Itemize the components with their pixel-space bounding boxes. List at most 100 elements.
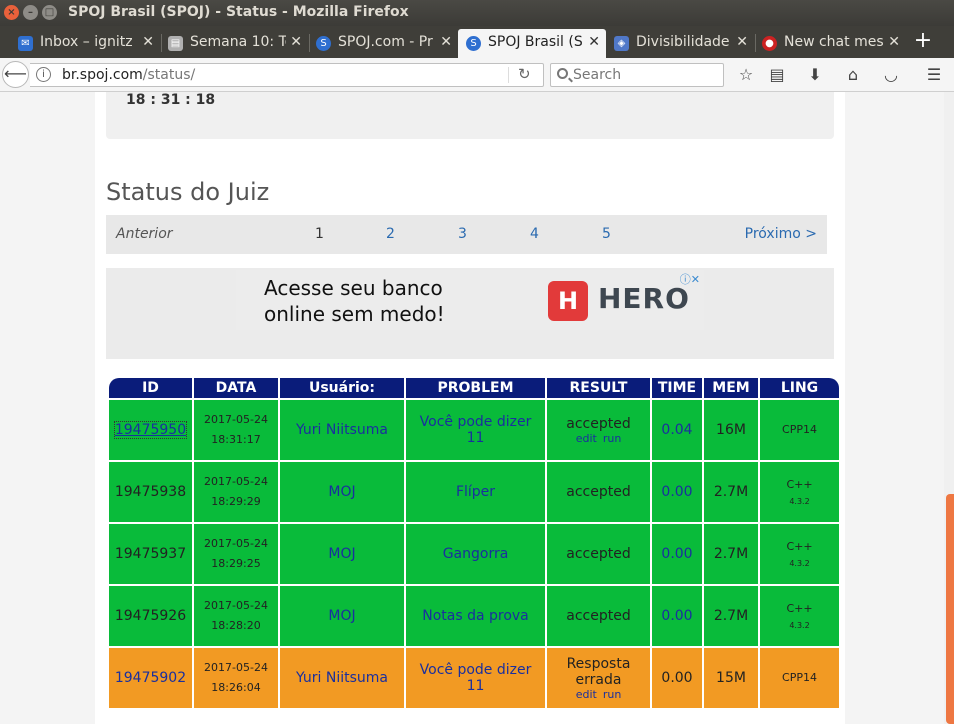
lang-version: 4.3.2 xyxy=(789,621,810,630)
tab-spoj-brasil[interactable]: S SPOJ Brasil (S ✕ xyxy=(458,29,606,58)
page-viewport: 18 : 31 : 18 Status do Juiz Anterior 1 2… xyxy=(0,92,954,724)
mem-cell: 15M xyxy=(704,648,758,708)
mem-cell: 16M xyxy=(704,400,758,460)
window-maximize-button[interactable]: □ xyxy=(42,5,57,20)
menu-icon[interactable]: ☰ xyxy=(923,64,945,86)
lang-text: C++ xyxy=(786,478,813,491)
tab-inbox[interactable]: ✉ Inbox – ignitz ✕ xyxy=(18,29,160,58)
user-link[interactable]: MOJ xyxy=(328,608,355,624)
navigation-toolbar: ⟵ i br.spoj.com/status/ ↻ ☆ ▤ ⬇ ⌂ ◡ ☰ xyxy=(0,58,954,92)
ad-line-1: Acesse seu banco xyxy=(264,276,443,300)
pager-page-2[interactable]: 2 xyxy=(386,226,395,242)
tab-divisibilidade[interactable]: ◈ Divisibilidade ✕ xyxy=(614,29,754,58)
pager-page-3[interactable]: 3 xyxy=(458,226,467,242)
tab-close-icon[interactable]: ✕ xyxy=(588,34,600,50)
date-cell: 2017-05-24 18:26:04 xyxy=(194,648,278,708)
edit-link[interactable]: edit xyxy=(576,432,597,445)
result-text: accepted xyxy=(566,415,631,432)
tab-close-icon[interactable]: ✕ xyxy=(290,34,302,50)
spoj-icon: S xyxy=(316,36,331,51)
table-row: 19475926 2017-05-24 18:28:20 MOJ Notas da… xyxy=(109,586,839,646)
tab-semana[interactable]: ▤ Semana 10: To ✕ xyxy=(168,29,308,58)
lang-cell: C++ 4.3.2 xyxy=(760,586,839,646)
submission-id-link[interactable]: 19475950 xyxy=(113,421,188,439)
time-link[interactable]: 0.00 xyxy=(661,546,692,562)
bookmark-star-icon[interactable]: ☆ xyxy=(735,64,757,86)
window-close-button[interactable]: × xyxy=(4,5,19,20)
url-host: br.spoj.com xyxy=(62,67,143,83)
pager-page-4[interactable]: 4 xyxy=(530,226,539,242)
result-cell: accepted xyxy=(547,586,650,646)
submission-id-link[interactable]: 19475902 xyxy=(115,670,186,686)
info-icon[interactable]: i xyxy=(36,67,51,82)
downloads-icon[interactable]: ⬇ xyxy=(804,64,826,86)
tab-close-icon[interactable]: ✕ xyxy=(142,34,154,50)
url-text[interactable]: br.spoj.com/status/ xyxy=(62,67,195,83)
pocket-icon[interactable]: ◡ xyxy=(880,64,902,86)
time-link[interactable]: 0.00 xyxy=(661,608,692,624)
problem-link[interactable]: Flíper xyxy=(456,484,495,500)
tab-new-chat[interactable]: ● New chat mes ✕ xyxy=(762,29,906,58)
window-title: SPOJ Brasil (SPOJ) - Status - Mozilla Fi… xyxy=(68,4,409,20)
reading-list-icon[interactable]: ▤ xyxy=(766,64,788,86)
ad-banner[interactable]: Acesse seu banco online sem medo! H HERO… xyxy=(236,270,704,330)
ad-headline: Acesse seu banco online sem medo! xyxy=(264,275,445,327)
user-link[interactable]: Yuri Niitsuma xyxy=(296,422,388,438)
time-link[interactable]: 0.00 xyxy=(661,484,692,500)
date-text: 2017-05-24 xyxy=(204,413,268,426)
date-cell: 2017-05-24 18:29:25 xyxy=(194,524,278,584)
search-bar[interactable] xyxy=(550,63,724,87)
time-of-day-text: 18:29:29 xyxy=(211,495,261,508)
problem-cell: Notas da prova xyxy=(406,586,545,646)
user-link[interactable]: MOJ xyxy=(328,484,355,500)
user-link[interactable]: MOJ xyxy=(328,546,355,562)
reload-icon[interactable]: ↻ xyxy=(518,65,531,83)
date-text: 2017-05-24 xyxy=(204,475,268,488)
edit-link[interactable]: edit xyxy=(576,688,597,701)
submission-id-cell: 19475937 xyxy=(109,524,192,584)
column-header-result: RESULT xyxy=(547,378,650,398)
problem-link[interactable]: Você pode dizer 11 xyxy=(420,662,532,694)
pagination: Anterior 1 2 3 4 5 Próximo > xyxy=(106,215,827,254)
submission-id-cell: 19475938 xyxy=(109,462,192,522)
page-title: Status do Juiz xyxy=(106,178,270,206)
scrollbar-thumb[interactable] xyxy=(946,494,954,724)
adchoices-icon[interactable]: ⓘ✕ xyxy=(680,271,700,287)
search-input[interactable] xyxy=(573,65,719,85)
tab-close-icon[interactable]: ✕ xyxy=(736,34,748,50)
date-text: 2017-05-24 xyxy=(204,599,268,612)
submission-id-cell: 19475926 xyxy=(109,586,192,646)
user-cell: Yuri Niitsuma xyxy=(280,400,404,460)
problem-link[interactable]: Você pode dizer 11 xyxy=(420,414,532,446)
user-link[interactable]: Yuri Niitsuma xyxy=(296,670,388,686)
tab-label: Divisibilidade xyxy=(636,34,730,50)
column-header-user: Usuário: xyxy=(280,378,404,398)
spoj-icon: S xyxy=(466,36,481,51)
table-row: 19475938 2017-05-24 18:29:29 MOJ Flíper a… xyxy=(109,462,839,522)
tab-spoj-com[interactable]: S SPOJ.com - Pr ✕ xyxy=(316,29,458,58)
date-cell: 2017-05-24 18:31:17 xyxy=(194,400,278,460)
run-link[interactable]: run xyxy=(603,432,621,445)
time-link[interactable]: 0.04 xyxy=(661,422,692,438)
tab-label: Inbox – ignitz xyxy=(40,34,133,50)
tab-close-icon[interactable]: ✕ xyxy=(440,34,452,50)
problem-link[interactable]: Notas da prova xyxy=(422,608,529,624)
date-text: 2017-05-24 xyxy=(204,537,268,550)
window-titlebar: × – □ SPOJ Brasil (SPOJ) - Status - Mozi… xyxy=(0,0,954,26)
window-minimize-button[interactable]: – xyxy=(23,5,38,20)
new-tab-button[interactable]: + xyxy=(912,27,934,55)
run-link[interactable]: run xyxy=(603,688,621,701)
hero-logo-icon: H xyxy=(548,281,588,321)
problem-link[interactable]: Gangorra xyxy=(443,546,509,562)
pager-page-5[interactable]: 5 xyxy=(602,226,611,242)
home-icon[interactable]: ⌂ xyxy=(842,64,864,86)
user-cell: MOJ xyxy=(280,524,404,584)
result-text-2: errada xyxy=(575,671,622,688)
url-bar[interactable]: i br.spoj.com/status/ ↻ xyxy=(30,63,544,87)
back-button[interactable]: ⟵ xyxy=(2,61,29,88)
tab-close-icon[interactable]: ✕ xyxy=(888,34,900,50)
pager-page-1[interactable]: 1 xyxy=(315,226,324,242)
date-cell: 2017-05-24 18:29:29 xyxy=(194,462,278,522)
pager-next[interactable]: Próximo > xyxy=(745,226,817,242)
submission-id-cell: 19475902 xyxy=(109,648,192,708)
